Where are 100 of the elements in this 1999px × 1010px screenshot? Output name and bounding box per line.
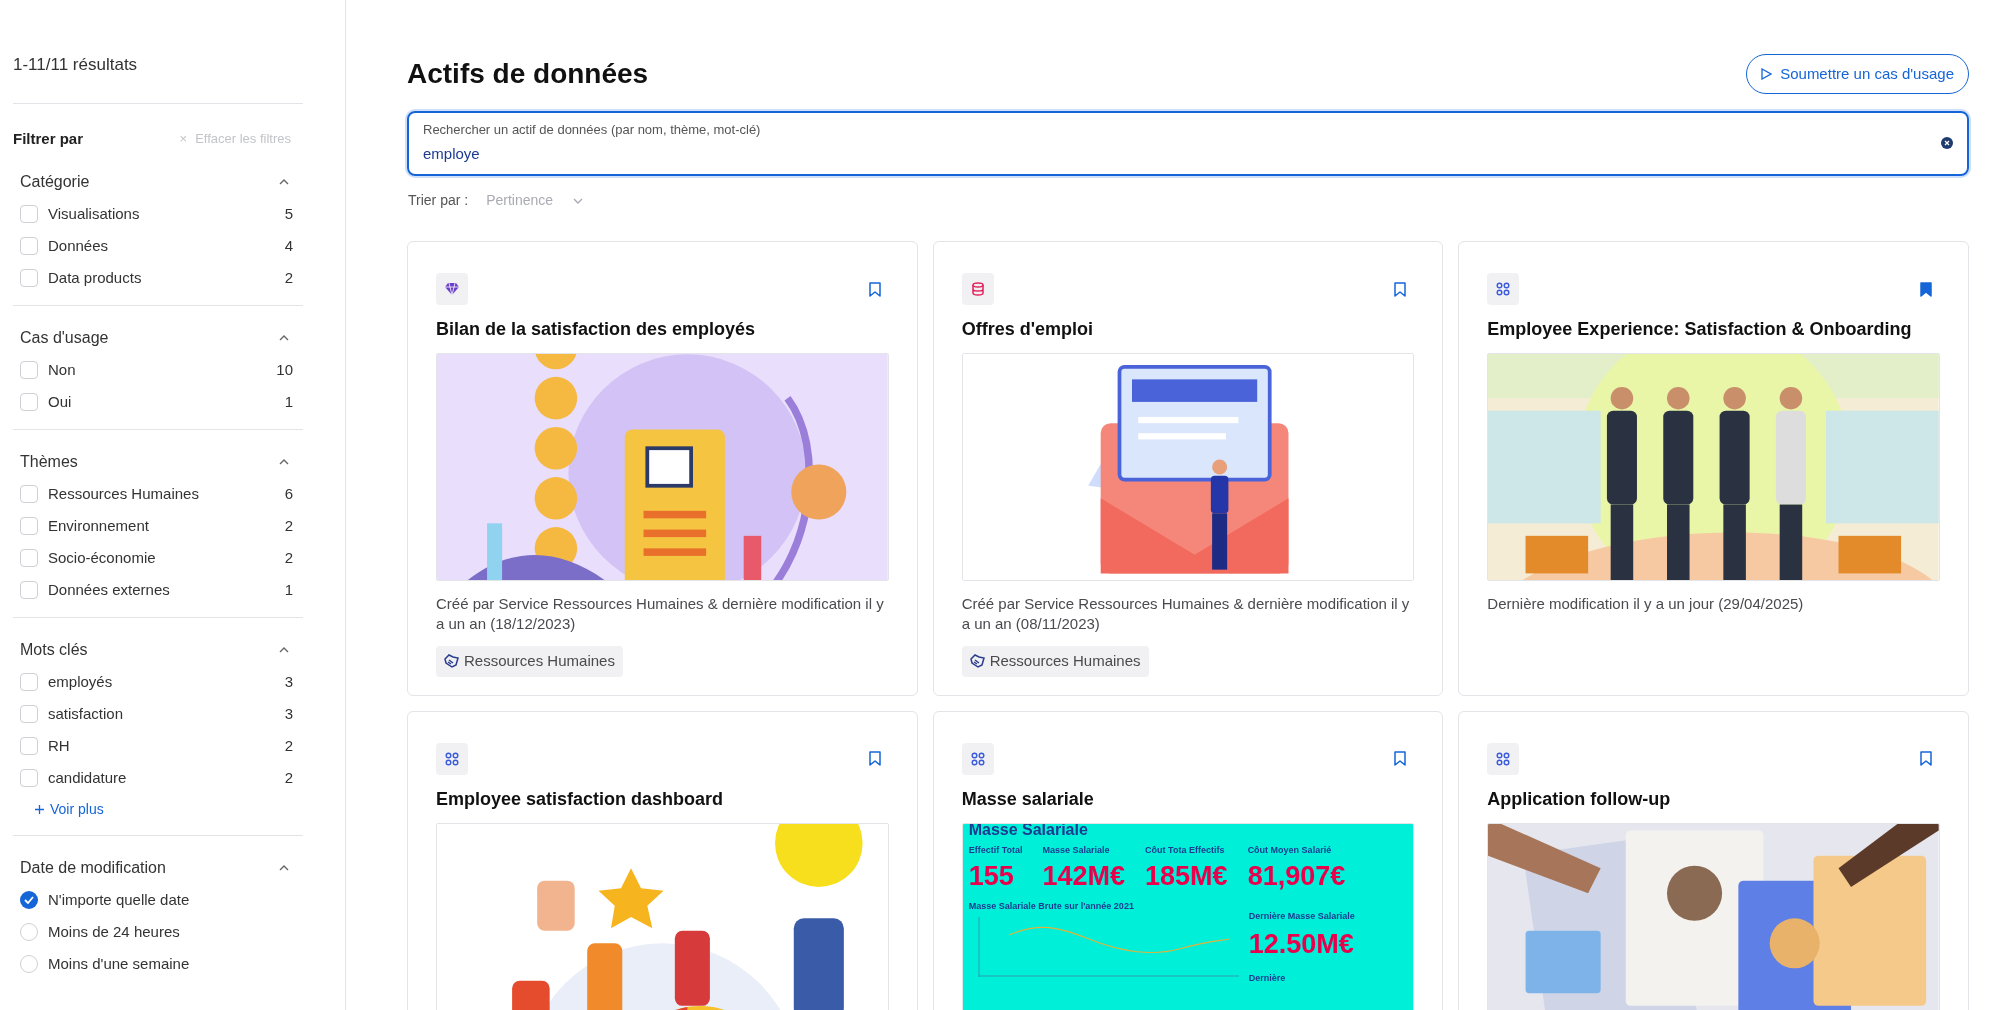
filter-count: 2 (284, 267, 293, 288)
card-title[interactable]: Bilan de la satisfaction des employés (436, 316, 889, 343)
card-title[interactable]: Employee Experience: Satisfaction & Onboarding (1487, 316, 1940, 343)
filter-group-title[interactable]: Mots clés (20, 638, 88, 662)
card-title[interactable]: Masse salariale (961, 785, 1415, 813)
asset-card[interactable]: Offres d'emploi Créé par Service Ressources Humaines & dernière modification il y a un an (08/11/2023) Ressources Humaines (932, 241, 1444, 696)
card-title[interactable]: Application follow-up (1487, 785, 1940, 813)
filter-option-label[interactable]: RH (48, 734, 70, 758)
database-icon (961, 273, 994, 305)
bookmark-icon[interactable] (1394, 281, 1407, 297)
filter-option-label[interactable]: Moins d'une semaine (48, 952, 190, 976)
radio-button[interactable] (20, 923, 38, 941)
checkbox[interactable] (20, 737, 38, 755)
search-field[interactable]: Rechercher un actif de données (par nom, thème, mot-clé) employe (407, 111, 1969, 176)
kpi-value: 185M€ (1145, 862, 1228, 890)
filter-option-label[interactable]: Données (48, 234, 109, 258)
filter-group-title[interactable]: Thèmes (20, 450, 78, 474)
card-title[interactable]: Offres d'emploi (961, 316, 1415, 343)
card-description: Créé par Service Ressources Humaines & dernière modification il y a un an (08/11/2023) (961, 594, 1411, 634)
check-icon (24, 896, 34, 904)
chevron-up-icon[interactable] (279, 865, 289, 871)
filter-group-title[interactable]: Catégorie (20, 170, 90, 194)
checkbox[interactable] (20, 269, 38, 287)
radio-button[interactable] (20, 955, 38, 973)
filter-count: 2 (284, 735, 293, 756)
checkbox[interactable] (20, 485, 38, 503)
filter-option-label[interactable]: Ressources Humaines (48, 482, 199, 506)
bookmark-icon[interactable] (868, 281, 881, 297)
filter-count: 1 (284, 579, 293, 600)
radio-button[interactable] (20, 891, 38, 909)
filter-group-title[interactable]: Cas d'usage (20, 326, 109, 350)
asset-card[interactable] (932, 710, 1444, 1010)
bookmark-icon[interactable] (1920, 281, 1932, 297)
asset-card[interactable]: Bilan de la satisfaction des employés Créé par Service Ressources Humaines & dernière modification il y a un an (18/12/2023) Ressources Humaines (407, 241, 918, 696)
filter-option-label[interactable]: N'importe quelle date (48, 888, 190, 912)
chevron-up-icon[interactable] (279, 179, 289, 185)
kpi-label: Dernière Masse Salariale (1248, 911, 1355, 921)
card-title[interactable]: Employee satisfaction dashboard (436, 785, 889, 813)
checkbox[interactable] (20, 205, 38, 223)
filter-option-label[interactable]: Environnement (48, 514, 149, 538)
grid-icon (436, 742, 468, 775)
filter-option-label[interactable]: employés (48, 670, 113, 694)
filter-option-label[interactable]: Oui (48, 390, 72, 414)
filter-heading: Filtrer par (13, 128, 84, 149)
kpi-label: Dernière (1248, 973, 1287, 983)
sort-label: Trier par : (408, 191, 469, 210)
filter-count: 2 (284, 547, 293, 568)
theme-tag[interactable]: Ressources Humaines (961, 646, 1149, 677)
filter-count: 3 (284, 703, 293, 724)
kpi-label: Côut Tota Effectifs (1145, 845, 1226, 855)
checkbox[interactable] (20, 673, 38, 691)
filter-option-label[interactable]: satisfaction (48, 702, 124, 726)
see-more-link[interactable]: Voir plus (20, 799, 293, 819)
checkbox[interactable] (20, 361, 38, 379)
search-value: employe (423, 143, 481, 164)
grid-icon (1487, 742, 1520, 775)
theme-tag[interactable]: Ressources Humaines (436, 646, 623, 677)
grid-icon (961, 742, 994, 775)
checkbox[interactable] (20, 549, 38, 567)
asset-card[interactable]: Employee satisfaction dashboard (407, 710, 918, 1010)
play-icon (1761, 68, 1773, 80)
checkbox[interactable] (20, 237, 38, 255)
kpi-value: 12.50M€ (1248, 930, 1355, 958)
handshake-icon (969, 654, 985, 669)
filter-count: 2 (284, 767, 293, 788)
kpi-value: 142M€ (1042, 862, 1126, 890)
filter-count: 4 (284, 235, 293, 256)
dashboard-heading: Masse Salariale (968, 823, 1089, 837)
filter-option-label[interactable]: Non (48, 358, 76, 382)
chevron-up-icon[interactable] (279, 647, 289, 653)
filter-option-label[interactable]: candidature (48, 766, 127, 790)
bookmark-icon[interactable] (1394, 751, 1407, 766)
checkbox[interactable] (20, 705, 38, 723)
filter-option-label[interactable]: Data products (48, 266, 142, 290)
clear-icon[interactable] (1941, 136, 1953, 149)
filter-option-label[interactable]: Moins de 24 heures (48, 920, 180, 944)
results-count: 1-11/11 résultats (13, 55, 138, 74)
kpi-value: 155 (968, 862, 1015, 890)
close-icon: × (179, 129, 188, 149)
checkbox[interactable] (20, 393, 38, 411)
filter-group-title[interactable]: Date de modification (20, 856, 166, 880)
bookmark-icon[interactable] (1920, 751, 1932, 766)
gem-icon (436, 273, 468, 305)
checkbox[interactable] (20, 769, 38, 787)
chart-title: Masse Salariale Brute sur l'année 2021 (968, 901, 1135, 911)
filter-count: 5 (284, 203, 293, 224)
kpi-label: Côut Moyen Salarié (1247, 845, 1333, 855)
filter-count: 6 (284, 483, 293, 504)
filter-option-label[interactable]: Données externes (48, 578, 170, 602)
page-title: Actifs de données (407, 57, 649, 91)
asset-card[interactable]: Employee Experience: Satisfaction & Onboarding Dernière modification il y a un jour (29/04/2025) (1458, 241, 1969, 696)
chevron-up-icon[interactable] (279, 335, 289, 341)
bookmark-icon[interactable] (868, 751, 881, 766)
asset-card[interactable]: Application follow-up (1458, 710, 1969, 1010)
filter-option-label[interactable]: Visualisations (48, 202, 140, 226)
checkbox[interactable] (20, 517, 38, 535)
card-description: Créé par Service Ressources Humaines & dernière modification il y a un an (18/12/2023) (436, 594, 885, 634)
checkbox[interactable] (20, 581, 38, 599)
filter-option-label[interactable]: Socio-économie (48, 546, 156, 570)
chevron-up-icon[interactable] (279, 459, 289, 465)
